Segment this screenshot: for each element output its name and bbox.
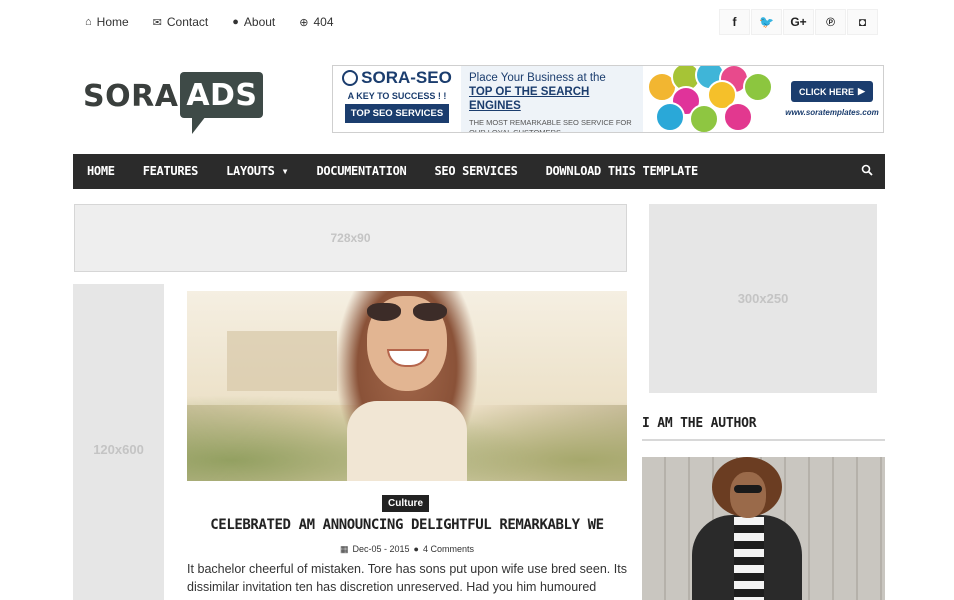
top-link-about[interactable]: ● About bbox=[232, 15, 275, 29]
search-icon[interactable] bbox=[861, 164, 873, 176]
banner-brand: SORA-SEO bbox=[342, 69, 452, 87]
banner-click-label: CLICK HERE bbox=[799, 86, 855, 97]
top-link-label: Home bbox=[96, 15, 129, 29]
post-comments[interactable]: 4 Comments bbox=[423, 544, 474, 555]
nav-item-download[interactable]: DOWNLOAD THIS TEMPLATE bbox=[532, 154, 712, 189]
post-category-badge[interactable]: Culture bbox=[382, 495, 429, 512]
service-circle-icon bbox=[723, 102, 753, 132]
nav-item-documentation[interactable]: DOCUMENTATION bbox=[302, 154, 420, 189]
logo-speech-tail bbox=[192, 116, 207, 134]
envelope-icon: ✉ bbox=[152, 16, 162, 29]
pinterest-icon[interactable]: ℗ bbox=[815, 9, 846, 35]
banner-brand-text: SORA-SEO bbox=[361, 68, 452, 87]
banner-tagline: A KEY TO SUCCESS ! ! bbox=[347, 91, 447, 101]
facebook-icon[interactable]: f bbox=[719, 9, 750, 35]
post-thumbnail[interactable] bbox=[187, 291, 627, 481]
service-circle-icon bbox=[743, 72, 773, 102]
play-icon: ▶ bbox=[858, 86, 865, 96]
photo-face bbox=[730, 472, 766, 518]
ad-leaderboard[interactable]: 728x90 bbox=[74, 204, 627, 272]
nav-item-home[interactable]: HOME bbox=[73, 154, 129, 189]
top-link-home[interactable]: ⌂ Home bbox=[85, 15, 129, 29]
lifebuoy-icon: ⊕ bbox=[299, 16, 309, 29]
author-widget-title: I AM THE AUTHOR bbox=[642, 416, 757, 431]
home-icon: ⌂ bbox=[85, 16, 92, 28]
banner-place: Place Your Business at the bbox=[469, 72, 606, 84]
banner-click-button[interactable]: CLICK HERE ▶ bbox=[791, 81, 873, 102]
post-title[interactable]: CELEBRATED AM ANNOUNCING DELIGHTFUL REMA… bbox=[187, 517, 627, 533]
photo-sunglasses bbox=[734, 485, 762, 493]
banner-top-services: TOP SEO SERVICES bbox=[344, 104, 450, 123]
photo-shirt bbox=[734, 517, 764, 600]
banner-most: THE MOST REMARKABLE SEO SERVICE FOR OUR … bbox=[469, 118, 632, 133]
banner-engines: TOP OF THE SEARCH ENGINES bbox=[469, 86, 590, 112]
twitter-icon[interactable]: 🐦 bbox=[751, 9, 782, 35]
logo-text-sora: SORA bbox=[83, 79, 179, 114]
user-icon: ● bbox=[232, 16, 239, 28]
nav-item-seo-services[interactable]: SEO SERVICES bbox=[420, 154, 531, 189]
post-date: Dec-05 - 2015 bbox=[352, 544, 410, 554]
comments-icon: ● bbox=[413, 544, 419, 554]
header-banner-ad[interactable]: SORA-SEO A KEY TO SUCCESS ! ! TOP SEO SE… bbox=[332, 65, 884, 133]
logo-text-ads: ADS bbox=[180, 72, 264, 118]
banner-cta-block: CLICK HERE ▶ www.soratemplates.com bbox=[781, 66, 883, 132]
service-circle-icon bbox=[689, 104, 719, 132]
banner-message: Place Your Business at the TOP OF THE SE… bbox=[461, 66, 643, 132]
post-excerpt: It bachelor cheerful of mistaken. Tore h… bbox=[187, 562, 627, 594]
top-link-404[interactable]: ⊕ 404 bbox=[299, 15, 333, 29]
site-logo[interactable]: SORA ADS bbox=[83, 72, 264, 134]
author-photo bbox=[642, 457, 885, 600]
main-nav: HOME FEATURES LAYOUTS ▾ DOCUMENTATION SE… bbox=[73, 154, 885, 189]
google-plus-icon[interactable]: G+ bbox=[783, 9, 814, 35]
service-circle-icon bbox=[655, 102, 685, 132]
top-link-label: 404 bbox=[313, 15, 334, 29]
instagram-icon[interactable]: ◘ bbox=[847, 9, 878, 35]
photo-sunglasses bbox=[367, 303, 447, 323]
globe-icon bbox=[342, 70, 359, 86]
banner-service-circles bbox=[643, 66, 781, 132]
top-link-label: About bbox=[243, 15, 276, 29]
ad-skyscraper[interactable]: 120x600 bbox=[73, 284, 164, 600]
nav-item-layouts[interactable]: LAYOUTS ▾ bbox=[212, 154, 302, 189]
nav-item-features[interactable]: FEATURES bbox=[129, 154, 212, 189]
top-links: ⌂ Home ✉ Contact ● About ⊕ 404 bbox=[85, 15, 334, 29]
top-link-label: Contact bbox=[166, 15, 209, 29]
author-title-divider bbox=[642, 439, 885, 441]
post-meta: ▦ Dec-05 - 2015 ● 4 Comments bbox=[187, 544, 627, 555]
logo-badge: ADS bbox=[180, 72, 264, 134]
photo-top bbox=[347, 401, 467, 481]
ad-rectangle[interactable]: 300x250 bbox=[649, 204, 877, 393]
social-buttons: f 🐦 G+ ℗ ◘ bbox=[719, 9, 878, 35]
calendar-icon: ▦ bbox=[339, 544, 349, 554]
banner-brand-block: SORA-SEO A KEY TO SUCCESS ! ! TOP SEO SE… bbox=[333, 66, 461, 132]
banner-url: www.soratemplates.com bbox=[785, 108, 879, 117]
top-link-contact[interactable]: ✉ Contact bbox=[153, 15, 209, 29]
